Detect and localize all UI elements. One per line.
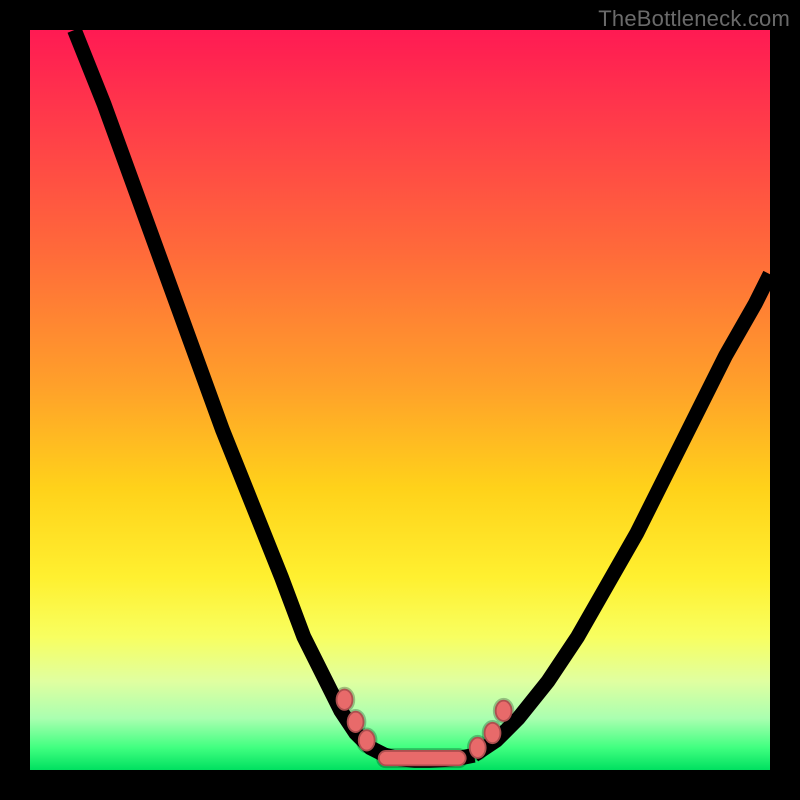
- floor-marker-band: [378, 750, 467, 766]
- marker-dot-5: [495, 700, 513, 722]
- marker-dot-0: [336, 689, 354, 711]
- plot-area: [30, 30, 770, 770]
- marker-dot-4: [484, 722, 502, 744]
- watermark-text: TheBottleneck.com: [598, 6, 790, 32]
- bottom-marker-cluster: [336, 689, 513, 767]
- plot-svg: [30, 30, 770, 770]
- marker-dot-2: [358, 729, 376, 751]
- curve-right-branch: [474, 274, 770, 755]
- chart-frame: TheBottleneck.com: [0, 0, 800, 800]
- curve-left-branch: [74, 30, 385, 755]
